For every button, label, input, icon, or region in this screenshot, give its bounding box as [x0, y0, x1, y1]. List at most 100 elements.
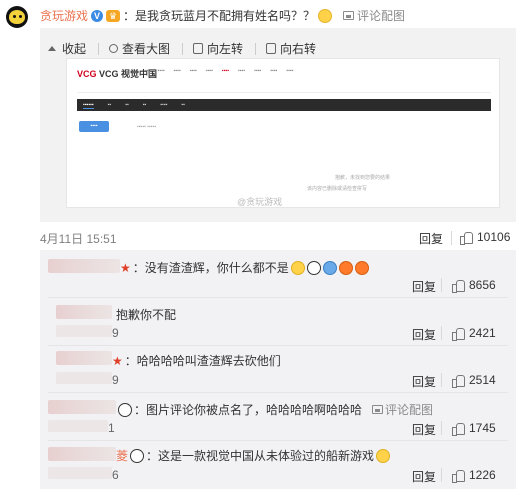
comment-divider	[441, 468, 442, 482]
view-large-button[interactable]: 查看大图	[109, 40, 184, 57]
comment-meta-blurred	[48, 467, 112, 479]
vcg-button: ▪▪▪▪	[79, 121, 109, 132]
emoji-icon	[306, 260, 321, 275]
collapse-icon	[46, 43, 58, 55]
post-date[interactable]: 4月11日 15:51	[40, 230, 117, 247]
vcg-empty-line2: 该内容已删除或请检查拼写	[307, 186, 368, 192]
emoji-icon	[354, 260, 369, 275]
comment-content: ：没有渣渣辉，你什么都不是	[132, 261, 289, 275]
comment-divider	[441, 373, 442, 387]
post-text: ：是我贪玩蓝月不配拥有姓名吗？？	[123, 9, 316, 23]
comment-content: ：这是一款视觉中国从未体验过的船新游戏	[146, 449, 375, 463]
rotate-right-label: 向右转	[280, 42, 317, 56]
vcg-tab-bar: ▪▪▪▪▪▪ ▪▪ ▪▪ ▪▪ ▪▪▪▪ ▪▪	[77, 99, 491, 111]
comment-meta-suffix: 6	[112, 468, 119, 482]
reply-button[interactable]: 回复	[419, 230, 443, 247]
author-name[interactable]: 贪玩游戏	[40, 7, 88, 24]
comment-author-blurred[interactable]	[48, 400, 116, 414]
vcg-count: ▪▪▪▪▪ ▪▪▪▪▪	[137, 124, 157, 130]
comment-author-blurred[interactable]	[56, 305, 112, 319]
comment-text: 菱 ：这是一款视觉中国从未体验过的船新游戏	[116, 447, 391, 464]
comment-separator	[48, 392, 508, 393]
emoji-icon	[290, 260, 305, 275]
comment-author-tail: 菱	[116, 449, 129, 463]
comment-author-blurred[interactable]	[56, 351, 112, 365]
comment-separator	[48, 297, 508, 298]
rotate-left-button[interactable]: 向左转	[193, 40, 257, 57]
star-badge-icon: ★	[120, 260, 131, 275]
comment-divider	[441, 326, 442, 340]
thumbs-up-icon	[452, 469, 465, 483]
image-icon	[372, 405, 384, 414]
view-large-label: 查看大图	[122, 42, 171, 56]
comment-like-button[interactable]: 2514	[452, 373, 496, 388]
thumbs-up-icon	[452, 327, 465, 341]
vip-crown-icon: ♛	[106, 9, 121, 22]
post-image[interactable]: VCG VCG 视觉中国 ▪▪ ▪▪▪▪ ▪▪▪▪ ▪▪▪▪ ▪▪▪▪ ▪▪▪▪ ▪▪▪▪ ▪…	[66, 58, 500, 208]
rotate-right-icon	[266, 43, 277, 54]
comment-divider	[441, 421, 442, 435]
comment-image-link[interactable]: 评论配图	[385, 401, 433, 418]
toolbar-divider	[98, 42, 100, 55]
comment-text: ★ ：没有渣渣辉，你什么都不是	[120, 259, 369, 276]
thumbs-up-icon	[460, 231, 473, 245]
emoji-icon	[376, 448, 391, 463]
collapse-button[interactable]: 收起	[46, 40, 100, 57]
comment-meta-suffix: 1	[108, 421, 115, 435]
comment-content: ：图片评论你被点名了，哈哈哈哈啊哈哈哈	[134, 403, 363, 417]
avatar-face	[9, 10, 25, 24]
star-badge-icon: ★	[112, 353, 123, 368]
viewer-toolbar: 收起 查看大图 向左转 向右转	[46, 40, 316, 57]
comment-divider	[441, 278, 442, 292]
comment-meta-blurred	[48, 420, 108, 432]
avatar-eye	[13, 15, 16, 18]
rotate-left-icon	[193, 43, 204, 54]
comment-text: ★ ：哈哈哈哈叫渣渣辉去砍他们	[112, 352, 281, 369]
panda-emoji-icon	[118, 402, 132, 417]
comment-reply-button[interactable]: 回复	[412, 326, 436, 343]
rotate-left-label: 向左转	[207, 42, 244, 56]
comment-like-button[interactable]: 8656	[452, 278, 496, 293]
comment-reply-button[interactable]: 回复	[412, 373, 436, 390]
comment-reply-button[interactable]: 回复	[412, 278, 436, 295]
toolbar-divider	[255, 42, 257, 55]
comment-like-count: 2421	[469, 326, 496, 340]
emoji-icon	[338, 260, 353, 275]
collapse-label: 收起	[62, 42, 87, 56]
image-comment-link[interactable]: 评论配图	[357, 7, 405, 24]
vcg-empty-line1: 抱歉，未找到您要的结果	[335, 175, 391, 181]
toolbar-divider	[182, 42, 184, 55]
author-avatar[interactable]	[6, 6, 28, 28]
comment-reply-button[interactable]: 回复	[412, 421, 436, 438]
emoji-icon	[322, 260, 337, 275]
comment-content: ：哈哈哈哈叫渣渣辉去砍他们	[124, 354, 281, 368]
comment-reply-button[interactable]: 回复	[412, 468, 436, 485]
comment-author-blurred[interactable]	[48, 259, 120, 273]
comment-like-button[interactable]: 1745	[452, 421, 496, 436]
comment-author-blurred[interactable]	[48, 447, 116, 461]
comment-like-count: 1745	[469, 421, 496, 435]
vcg-search-row	[77, 83, 491, 93]
avatar-eye	[19, 15, 22, 18]
post-header: 贪玩游戏 V ♛ ：是我贪玩蓝月不配拥有姓名吗？？ 评论配图	[40, 7, 405, 24]
comment-content: 抱歉你不配	[116, 308, 177, 322]
verified-icon: V	[91, 9, 104, 22]
comment-text: 抱歉你不配	[116, 306, 176, 323]
comment-meta-suffix: 9	[112, 373, 119, 387]
rotate-right-button[interactable]: 向右转	[266, 40, 316, 57]
comment-like-count: 1226	[469, 468, 496, 482]
image-icon	[343, 11, 355, 20]
comment-like-button[interactable]: 2421	[452, 326, 496, 341]
like-button[interactable]: 10106	[460, 230, 511, 245]
comment-like-count: 2514	[469, 373, 496, 387]
comment-like-button[interactable]: 1226	[452, 468, 496, 483]
like-count: 10106	[477, 230, 511, 244]
comment-meta-suffix: 9	[112, 326, 119, 340]
comment-like-count: 8656	[469, 278, 496, 292]
panda-emoji-icon	[130, 448, 145, 463]
vcg-nav: ▪▪ ▪▪▪▪ ▪▪▪▪ ▪▪▪▪ ▪▪▪▪ ▪▪▪▪ ▪▪▪▪ ▪▪▪▪ ▪▪▪▪ ▪▪▪▪	[145, 68, 294, 74]
comment-meta-blurred	[56, 372, 112, 384]
comment-meta-blurred	[56, 325, 112, 337]
smile-emoji-icon	[318, 8, 333, 23]
thumbs-up-icon	[452, 422, 465, 436]
